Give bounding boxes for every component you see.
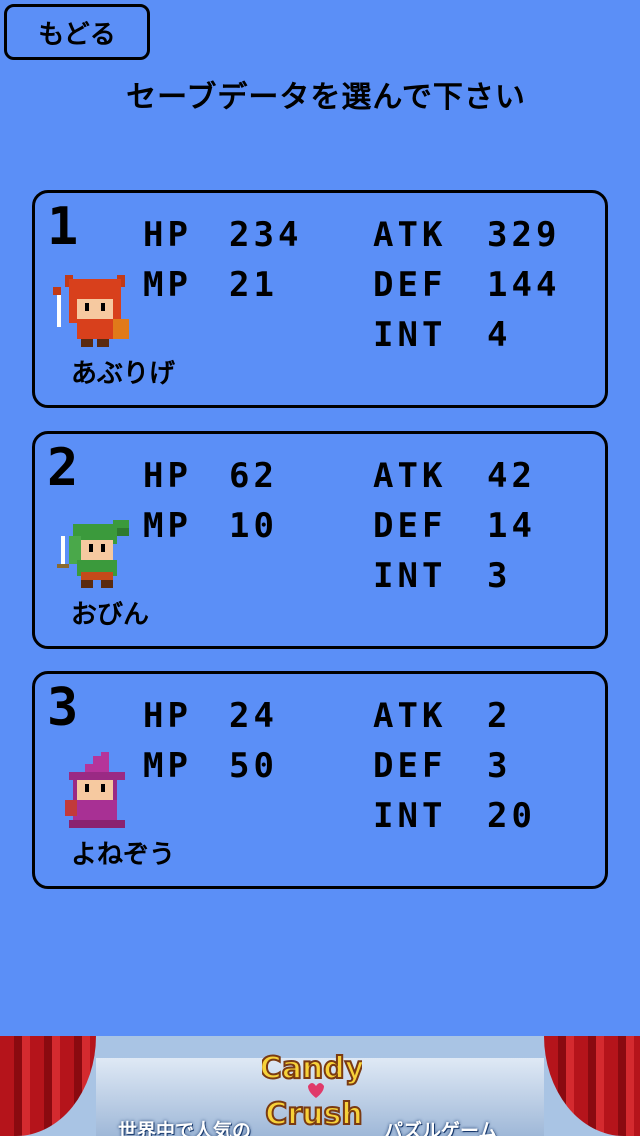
def-stat: DEF 14 [373,506,536,546]
page-title: セーブデータを選んで下さい [126,80,526,115]
character-name: あぶりげ [71,359,176,389]
mp-stat: MP 50 [143,746,278,786]
red-horned-warrior-sprite [53,275,129,347]
int-stat: INT 4 [373,315,512,355]
def-stat: DEF 3 [373,746,512,786]
int-stat: INT 3 [373,556,512,596]
hp-stat: HP 62 [143,456,278,496]
slot-number: 2 [47,438,79,498]
atk-stat: ATK 42 [373,456,536,496]
atk-stat: ATK 2 [373,696,512,736]
character-name: よねぞう [71,840,176,870]
save-slot-1[interactable]: 1 HP 234 MP 21 ATK 329 DEF 144 INT 4 あぶりげ [32,190,608,408]
back-button[interactable]: もどる [4,4,150,60]
ad-left-text: 世界中で人気の [118,1120,252,1136]
right-curtain [544,1036,640,1136]
green-bandana-swordsman-sprite [57,520,129,588]
hp-stat: HP 24 [143,696,278,736]
svg-text:Candy: Candy [262,1051,362,1086]
left-curtain [0,1036,96,1136]
save-slot-3[interactable]: 3 HP 24 MP 50 ATK 2 DEF 3 INT 20 よねぞう [32,671,608,889]
def-stat: DEF 144 [373,265,561,305]
mp-stat: MP 21 [143,265,278,305]
int-stat: INT 20 [373,796,536,836]
ad-right-text: パズルゲーム [384,1120,498,1136]
candy-crush-logo: Candy Crush [262,1050,362,1133]
character-name: おびん [71,600,150,630]
purple-witch-sprite [65,752,125,828]
ad-banner[interactable]: 世界中で人気の Candy Crush パズルゲーム [0,1036,640,1136]
svg-text:Crush: Crush [265,1097,362,1132]
slot-number: 3 [47,678,79,738]
hp-stat: HP 234 [143,215,303,255]
atk-stat: ATK 329 [373,215,561,255]
mp-stat: MP 10 [143,506,278,546]
slot-number: 1 [47,197,79,257]
save-slot-2[interactable]: 2 HP 62 MP 10 ATK 42 DEF 14 INT 3 おびん [32,431,608,649]
